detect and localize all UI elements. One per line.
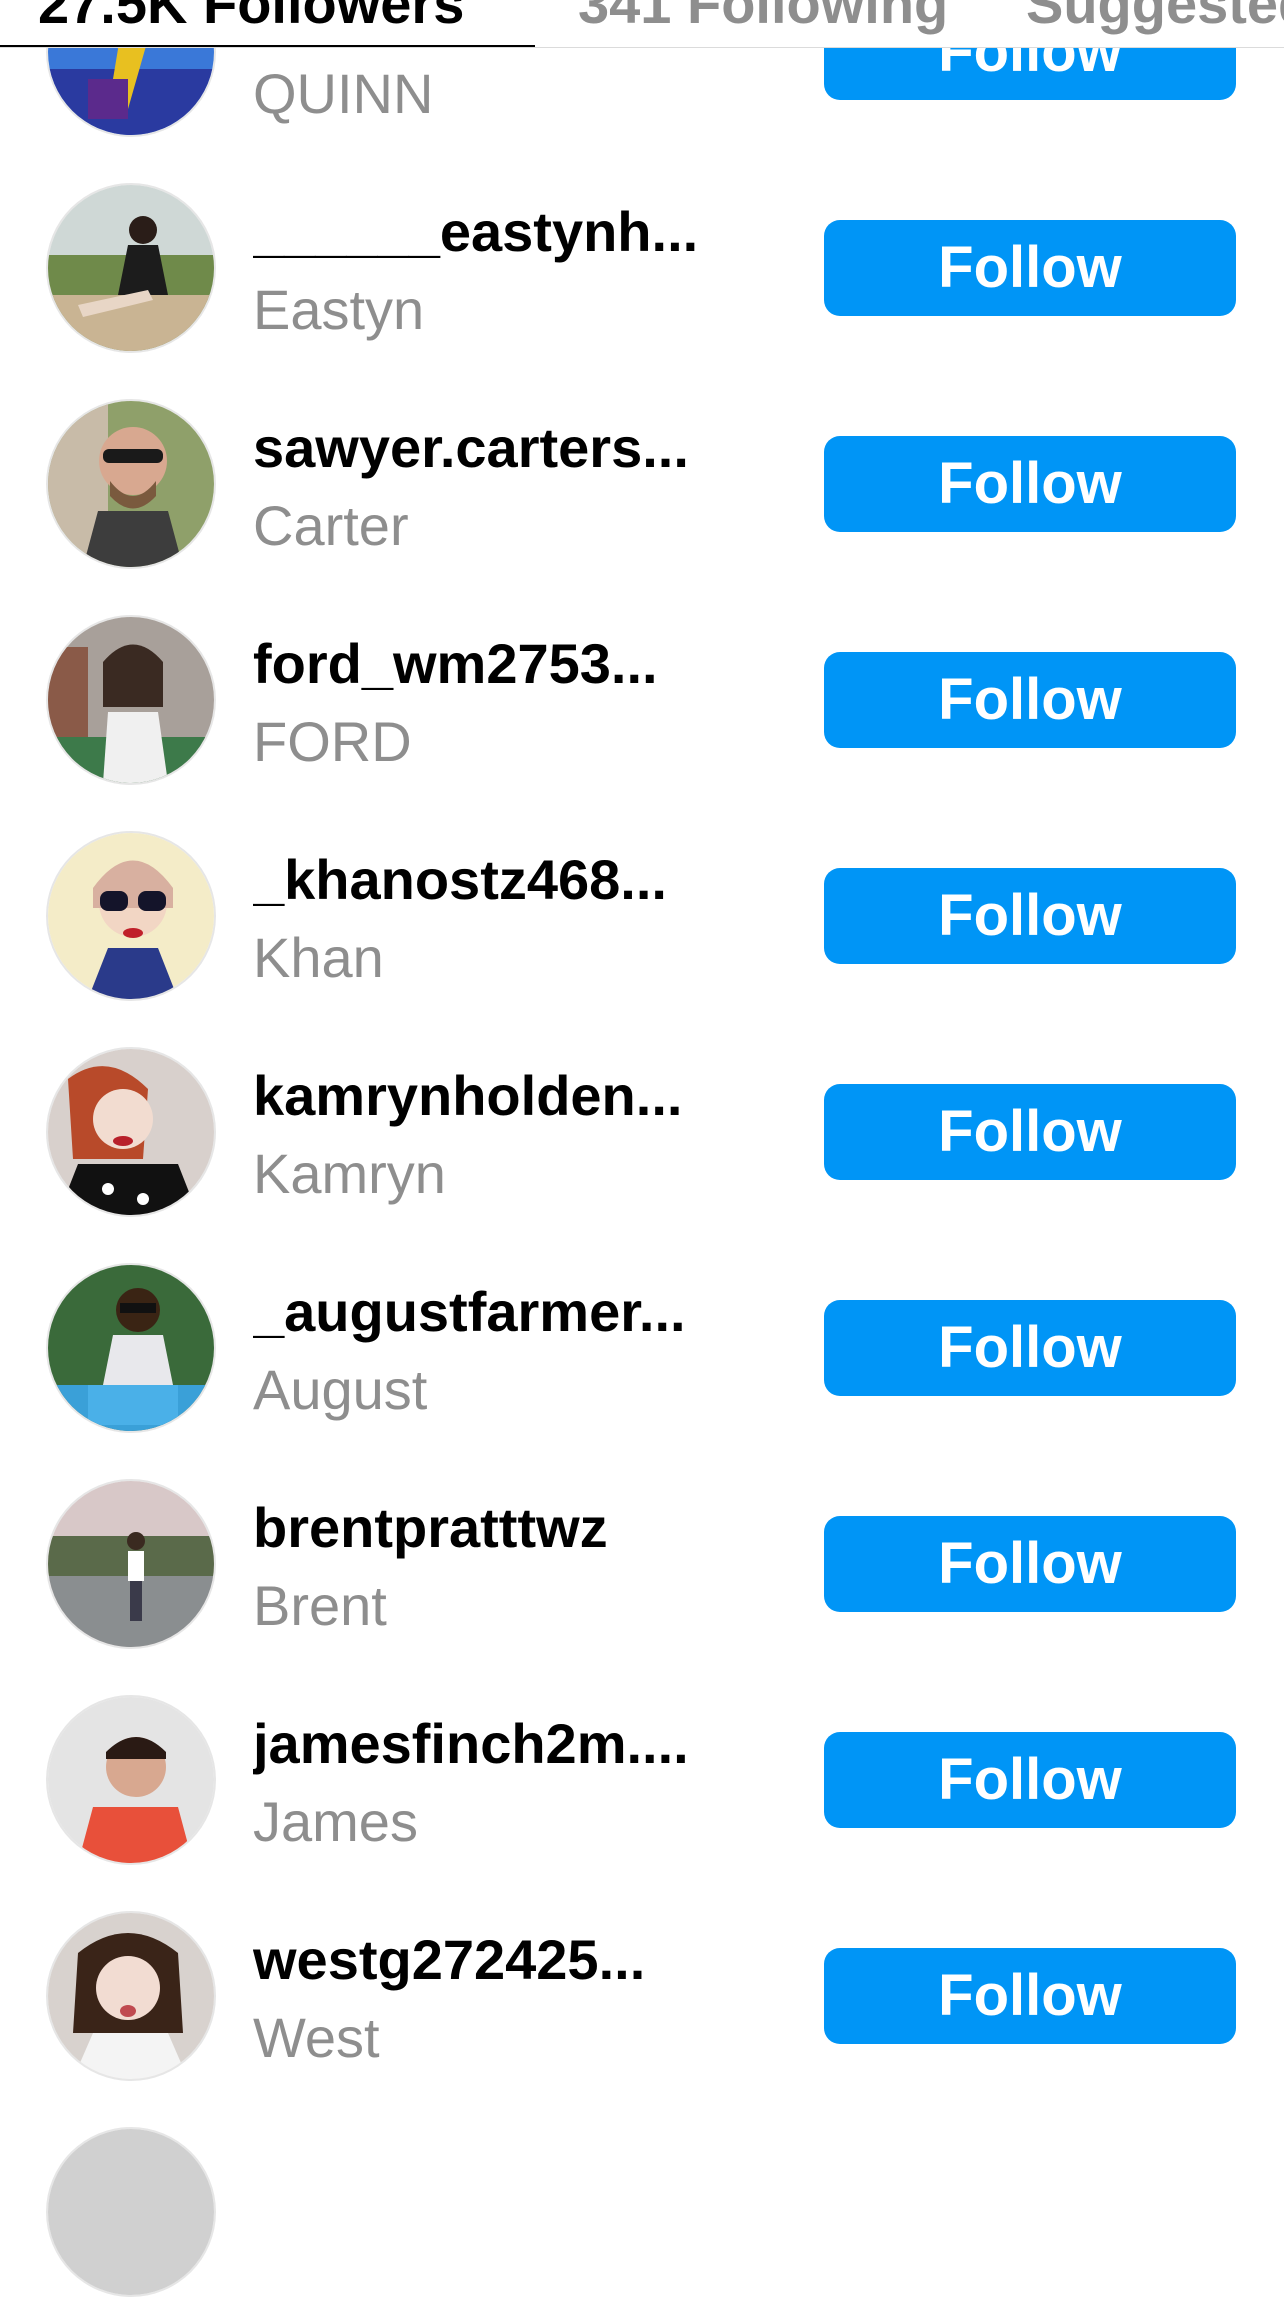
followers-list: quinn QUINN Follow ______eastynh... East… bbox=[0, 0, 1284, 2319]
tab-suggested[interactable]: Suggested bbox=[1026, 0, 1284, 44]
avatar[interactable] bbox=[48, 1265, 214, 1431]
list-item[interactable] bbox=[0, 2103, 1284, 2319]
username[interactable]: kamrynholden... bbox=[253, 1063, 753, 1128]
list-item[interactable]: jamesfinch2m.... James Follow bbox=[0, 1671, 1284, 1887]
tab-followers[interactable]: 27.5K Followers bbox=[38, 0, 464, 44]
full-name: August bbox=[253, 1358, 428, 1421]
username[interactable]: jamesfinch2m.... bbox=[253, 1711, 753, 1776]
avatar[interactable] bbox=[48, 1481, 214, 1647]
username[interactable]: westg272425... bbox=[253, 1927, 753, 1992]
full-name: Eastyn bbox=[253, 278, 425, 341]
list-item[interactable]: ford_wm2753... FORD Follow bbox=[0, 591, 1284, 807]
username[interactable]: ford_wm2753... bbox=[253, 631, 753, 696]
active-tab-indicator bbox=[0, 45, 535, 47]
follow-button[interactable]: Follow bbox=[824, 1948, 1236, 2044]
list-item[interactable]: _augustfarmer... August Follow bbox=[0, 1239, 1284, 1455]
follow-button[interactable]: Follow bbox=[824, 1300, 1236, 1396]
follow-button[interactable]: Follow bbox=[824, 220, 1236, 316]
avatar[interactable] bbox=[48, 401, 214, 567]
avatar[interactable] bbox=[48, 617, 214, 783]
tab-bar: 27.5K Followers 341 Following Suggested bbox=[0, 0, 1284, 48]
full-name: Kamryn bbox=[253, 1142, 446, 1205]
avatar[interactable] bbox=[48, 1913, 214, 2079]
full-name: James bbox=[253, 1790, 418, 1853]
list-item[interactable]: kamrynholden... Kamryn Follow bbox=[0, 1023, 1284, 1239]
full-name: FORD bbox=[253, 710, 412, 773]
username[interactable]: _khanostz468... bbox=[253, 847, 753, 912]
username[interactable]: _augustfarmer... bbox=[253, 1279, 753, 1344]
username[interactable]: sawyer.carters... bbox=[253, 415, 753, 480]
tab-following[interactable]: 341 Following bbox=[578, 0, 948, 44]
full-name: Khan bbox=[253, 926, 384, 989]
username[interactable]: ______eastynh... bbox=[253, 199, 753, 264]
follow-button[interactable]: Follow bbox=[824, 1516, 1236, 1612]
follow-button[interactable]: Follow bbox=[824, 868, 1236, 964]
avatar[interactable] bbox=[48, 833, 214, 999]
full-name: QUINN bbox=[253, 62, 434, 125]
username[interactable]: brentpratttwz bbox=[253, 1495, 753, 1560]
full-name: Brent bbox=[253, 1574, 387, 1637]
avatar[interactable] bbox=[48, 1697, 214, 1863]
full-name: West bbox=[253, 2006, 380, 2069]
list-item[interactable]: ______eastynh... Eastyn Follow bbox=[0, 159, 1284, 375]
follow-button[interactable]: Follow bbox=[824, 1084, 1236, 1180]
list-item[interactable]: _khanostz468... Khan Follow bbox=[0, 807, 1284, 1023]
avatar[interactable] bbox=[48, 1049, 214, 1215]
avatar[interactable] bbox=[48, 2129, 214, 2295]
follow-button[interactable]: Follow bbox=[824, 652, 1236, 748]
list-item[interactable]: westg272425... West Follow bbox=[0, 1887, 1284, 2103]
full-name: Carter bbox=[253, 494, 409, 557]
follow-button[interactable]: Follow bbox=[824, 436, 1236, 532]
list-item[interactable]: brentpratttwz Brent Follow bbox=[0, 1455, 1284, 1671]
avatar[interactable] bbox=[48, 185, 214, 351]
follow-button[interactable]: Follow bbox=[824, 1732, 1236, 1828]
list-item[interactable]: sawyer.carters... Carter Follow bbox=[0, 375, 1284, 591]
